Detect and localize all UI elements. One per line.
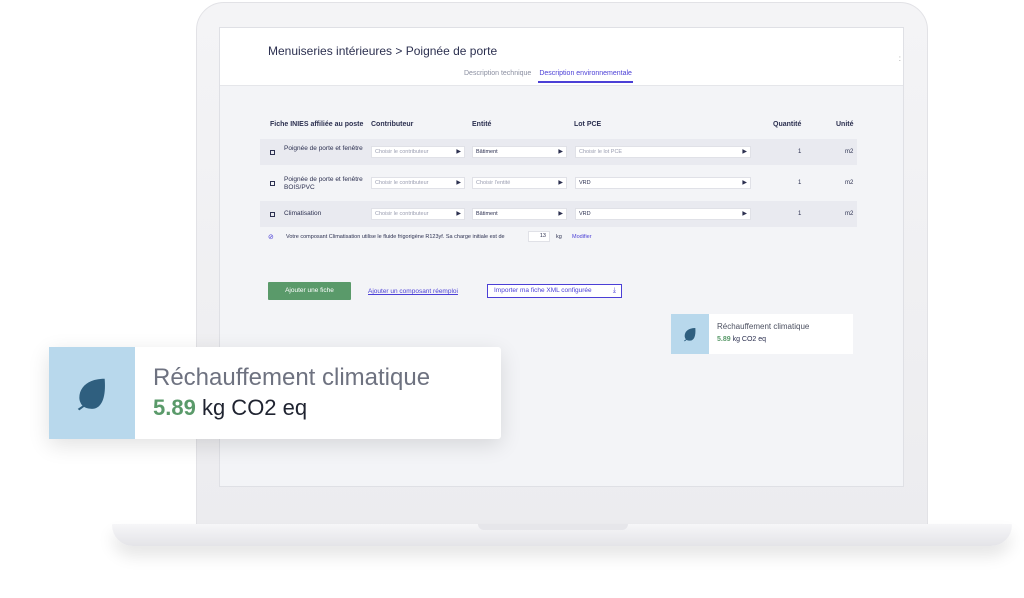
check-circle-icon: ⊘ bbox=[268, 234, 274, 241]
row-label: Climatisation bbox=[284, 210, 322, 217]
lot-select[interactable]: Choisir le lot PCE ▶ bbox=[575, 146, 751, 158]
scroll-edge-mark: : bbox=[898, 54, 901, 63]
quantity-value: 1 bbox=[798, 149, 802, 155]
impact-value: 5.89 bbox=[717, 336, 731, 343]
leaf-icon-box bbox=[49, 347, 135, 439]
laptop-notch bbox=[478, 524, 628, 530]
leaf-icon bbox=[77, 378, 105, 411]
impact-title-large: Réchauffement climatique bbox=[153, 364, 431, 391]
leaf-icon bbox=[684, 328, 696, 342]
lot-select[interactable]: VRD ▶ bbox=[575, 177, 751, 189]
impact-value-large: 5.89 bbox=[153, 395, 196, 420]
impact-unit-large: kg CO2 eq bbox=[201, 395, 308, 420]
lot-select[interactable]: VRD ▶ bbox=[575, 208, 751, 220]
tab-description-technique[interactable]: Description technique bbox=[463, 70, 532, 83]
contributeur-select[interactable]: Choisir le contributeur ▶ bbox=[371, 177, 465, 189]
add-reuse-component-link[interactable]: Ajouter un composant réemploi bbox=[368, 288, 458, 295]
table-row: Climatisation Choisir le contributeur ▶ B… bbox=[260, 201, 857, 227]
note-text: Votre composant Climatisation utilise le… bbox=[286, 234, 505, 240]
import-xml-label: Importer ma fiche XML configurée bbox=[494, 287, 592, 294]
unit-value: m2 bbox=[845, 149, 854, 155]
caret-right-icon: ▶ bbox=[742, 180, 747, 186]
leaf-icon-box bbox=[671, 314, 709, 354]
row-checkbox[interactable] bbox=[270, 150, 275, 155]
row-checkbox[interactable] bbox=[270, 212, 275, 217]
unit-value: m2 bbox=[845, 211, 854, 217]
quantity-value: 1 bbox=[798, 180, 802, 186]
unit-value: m2 bbox=[845, 180, 854, 186]
charge-input[interactable]: 13 bbox=[528, 231, 550, 242]
contributeur-select[interactable]: Choisir le contributeur ▶ bbox=[371, 208, 465, 220]
quantity-value: 1 bbox=[798, 211, 802, 217]
tab-description-environnementale[interactable]: Description environnementale bbox=[538, 70, 633, 83]
col-quantite: Quantité bbox=[773, 121, 802, 128]
import-xml-button[interactable]: Importer ma fiche XML configurée ⤓ bbox=[487, 284, 622, 298]
col-unite: Unité bbox=[836, 121, 854, 128]
impact-value-line: 5.89 kg CO2 eq bbox=[717, 336, 766, 343]
col-lot: Lot PCE bbox=[574, 121, 602, 128]
caret-right-icon: ▶ bbox=[558, 211, 563, 217]
impact-unit: kg CO2 eq bbox=[732, 336, 767, 343]
caret-right-icon: ▶ bbox=[742, 211, 747, 217]
row-checkbox[interactable] bbox=[270, 181, 275, 186]
impact-title: Réchauffement climatique bbox=[717, 322, 810, 331]
contributeur-select[interactable]: Choisir le contributeur ▶ bbox=[371, 146, 465, 158]
screen-header: Menuiseries intérieures > Poignée de por… bbox=[220, 28, 903, 86]
entite-select[interactable]: Bâtiment ▶ bbox=[472, 146, 567, 158]
caret-right-icon: ▶ bbox=[558, 180, 563, 186]
table-row: Poignée de porte et fenêtre Choisir le c… bbox=[260, 139, 857, 165]
col-fiche: Fiche INIES affiliée au poste bbox=[270, 121, 364, 128]
climate-impact-card: Réchauffement climatique 5.89 kg CO2 eq bbox=[671, 314, 853, 354]
row-label: Poignée de porte et fenêtre BOIS/PVC bbox=[284, 176, 363, 191]
caret-right-icon: ▶ bbox=[558, 149, 563, 155]
col-contributeur: Contributeur bbox=[371, 121, 414, 128]
impact-value-line-large: 5.89 kg CO2 eq bbox=[153, 395, 307, 421]
caret-right-icon: ▶ bbox=[456, 149, 461, 155]
col-entite: Entité bbox=[472, 121, 492, 128]
tab-bar: Description technique Description enviro… bbox=[463, 70, 633, 83]
entite-select[interactable]: Choisir l'entité ▶ bbox=[472, 177, 567, 189]
caret-right-icon: ▶ bbox=[742, 149, 747, 155]
page-title: Menuiseries intérieures > Poignée de por… bbox=[268, 44, 498, 58]
charge-unit: kg bbox=[556, 234, 562, 240]
modify-link[interactable]: Modifier bbox=[572, 234, 592, 240]
add-sheet-button[interactable]: Ajouter une fiche bbox=[268, 282, 351, 300]
row-label: Poignée de porte et fenêtre bbox=[284, 145, 363, 152]
caret-right-icon: ▶ bbox=[456, 180, 461, 186]
climate-impact-highlight: Réchauffement climatique 5.89 kg CO2 eq bbox=[49, 347, 501, 439]
caret-right-icon: ▶ bbox=[456, 211, 461, 217]
table-row: Poignée de porte et fenêtre BOIS/PVC Cho… bbox=[260, 170, 857, 196]
entite-select[interactable]: Bâtiment ▶ bbox=[472, 208, 567, 220]
download-icon: ⤓ bbox=[612, 287, 616, 294]
